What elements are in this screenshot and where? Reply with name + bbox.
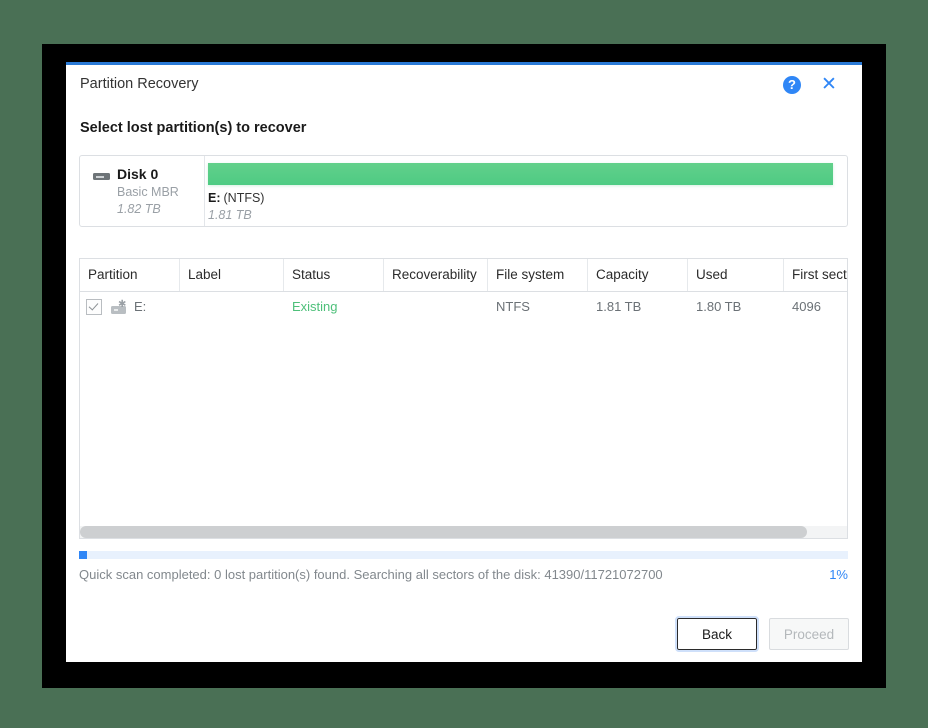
column-header-status[interactable]: Status [284, 259, 384, 291]
table-horizontal-scrollbar[interactable] [80, 526, 847, 538]
cell-partition: ✱ E: [80, 292, 180, 322]
column-header-first-sector[interactable]: First sector [784, 259, 847, 291]
proceed-button: Proceed [769, 618, 849, 650]
disk-summary-panel[interactable]: Disk 0 Basic MBR 1.82 TB E: (NTFS) 1.81 T… [79, 155, 848, 227]
cell-status: Existing [292, 299, 338, 314]
disk-name: Disk 0 [117, 166, 159, 182]
column-header-used[interactable]: Used [688, 259, 784, 291]
disk-scheme: Basic MBR [117, 185, 179, 199]
help-icon[interactable]: ? [783, 76, 801, 94]
page-title: Select lost partition(s) to recover [80, 120, 307, 136]
scan-progress-bar [79, 551, 848, 559]
scan-status-text: Quick scan completed: 0 lost partition(s… [79, 567, 663, 582]
cell-capacity: 1.81 TB [596, 299, 642, 314]
partition-bar-letter: E: [208, 191, 221, 205]
title-bar: Partition Recovery ? ✕ [66, 65, 862, 109]
column-header-capacity[interactable]: Capacity [588, 259, 688, 291]
cell-file-system: NTFS [496, 299, 530, 314]
hard-disk-icon [93, 172, 110, 181]
column-header-recoverability[interactable]: Recoverability [384, 259, 488, 291]
partition-bar-filesystem: (NTFS) [223, 191, 265, 205]
back-button[interactable]: Back [675, 616, 759, 652]
cell-first-sector: 4096 [792, 299, 821, 314]
close-icon[interactable]: ✕ [818, 74, 840, 96]
partition-bar-e[interactable] [208, 163, 833, 185]
partition-recovery-dialog: Partition Recovery ? ✕ Select lost parti… [66, 62, 862, 662]
disk-info: Disk 0 Basic MBR 1.82 TB [80, 156, 205, 226]
table-header-row: Partition Label Status Recoverability Fi… [80, 259, 847, 292]
row-checkbox[interactable] [86, 299, 102, 315]
column-header-file-system[interactable]: File system [488, 259, 588, 291]
partitions-table: Partition Label Status Recoverability Fi… [79, 258, 848, 539]
cell-partition-letter: E: [134, 299, 147, 314]
partition-bar-label: E: (NTFS) [208, 191, 264, 205]
disk-size: 1.82 TB [117, 202, 161, 216]
partition-drive-icon: ✱ [111, 299, 126, 314]
scan-progress-fill [79, 551, 87, 559]
cell-used: 1.80 TB [696, 299, 742, 314]
window-title: Partition Recovery [80, 76, 199, 92]
column-header-partition[interactable]: Partition [80, 259, 180, 291]
partition-bar-size: 1.81 TB [208, 208, 252, 222]
scan-percent-label: 1% [829, 567, 848, 582]
column-header-label[interactable]: Label [180, 259, 284, 291]
status-line: Quick scan completed: 0 lost partition(s… [79, 567, 848, 587]
table-row[interactable]: ✱ E: Existing NTFS 1.81 TB 1.80 TB 4096 [80, 292, 847, 322]
disk-partition-map: E: (NTFS) 1.81 TB [205, 156, 847, 226]
scrollbar-thumb[interactable] [80, 526, 807, 538]
